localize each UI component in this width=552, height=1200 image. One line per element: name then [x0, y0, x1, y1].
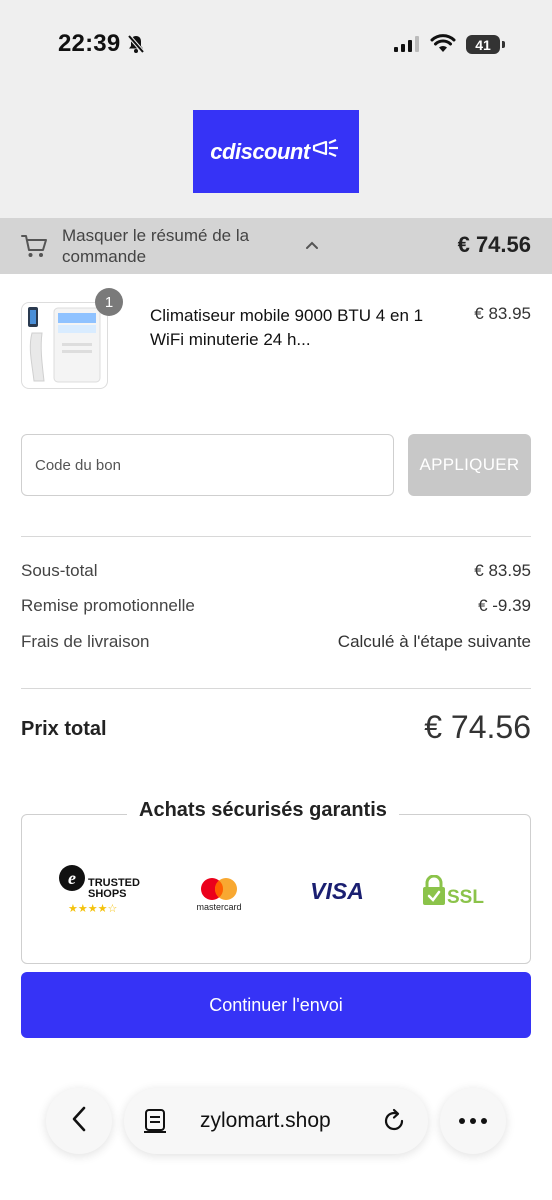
summary-total: € 74.56 [457, 232, 531, 257]
ssl-text: SSL [447, 887, 484, 908]
chevron-left-icon [70, 1105, 88, 1138]
shipping-label: Frais de livraison [21, 632, 150, 651]
chevron-up-icon [304, 238, 320, 256]
rating-stars-icon: ★★★★☆ [68, 902, 117, 915]
svg-text:e: e [68, 868, 76, 888]
logo-text: cdiscount [210, 138, 310, 164]
secure-payments-box: e TRUSTED SHOPS ★★★★☆ mastercard VISA SS… [21, 814, 531, 964]
visa-text: VISA [310, 878, 364, 904]
total-value: € 74.56 [424, 709, 531, 745]
discount-label: Remise promotionnelle [21, 596, 195, 615]
svg-text:★★★★☆: ★★★★☆ [68, 902, 117, 915]
trusted-shops-badge: e TRUSTED SHOPS ★★★★☆ [58, 863, 148, 920]
reload-icon[interactable] [382, 1108, 408, 1139]
trusted-line2: SHOPS [88, 888, 127, 900]
back-button[interactable] [46, 1088, 112, 1154]
url-text: zylomart.shop [200, 1109, 331, 1132]
battery-level: 41 [475, 36, 491, 53]
shipping-value: Calculé à l'étape suivante [337, 632, 531, 651]
address-bar[interactable]: zylomart.shop [124, 1088, 428, 1154]
order-summary-toggle[interactable]: Masquer le résumé de la commande € 74.56 [0, 218, 552, 274]
secure-payments-title: Achats sécurisés garantis [127, 799, 399, 822]
visa-badge: VISA [307, 877, 367, 912]
bell-muted-icon [126, 34, 146, 59]
status-bar: 22:39 41 [0, 0, 552, 90]
cellular-signal-icon [394, 36, 420, 57]
battery-cap [502, 41, 505, 48]
checkout-header: cdiscount [0, 90, 552, 218]
product-price: € 83.95 [474, 304, 531, 323]
quantity-badge: 1 [95, 288, 123, 316]
cdiscount-logo[interactable]: cdiscount [193, 110, 359, 193]
cart-icon [20, 232, 48, 265]
voucher-code-input[interactable] [21, 434, 394, 496]
product-name: Climatiseur mobile 9000 BTU 4 en 1 WiFi … [150, 306, 424, 349]
wifi-icon [430, 34, 456, 59]
mastercard-badge: mastercard [192, 875, 248, 920]
total-label: Prix total [21, 718, 107, 740]
status-time: 22:39 [58, 30, 121, 57]
discount-value: € -9.39 [478, 596, 531, 615]
product-thumbnail [21, 302, 108, 389]
continue-shipping-button[interactable]: Continuer l'envoi [21, 972, 531, 1038]
divider [21, 536, 531, 537]
ssl-badge: SSL [422, 874, 484, 914]
subtotal-label: Sous-total [21, 561, 98, 580]
page-menu-icon[interactable] [144, 1108, 168, 1139]
megaphone-icon [312, 138, 342, 165]
mastercard-text: mastercard [196, 902, 241, 912]
more-options-button[interactable] [440, 1088, 506, 1154]
divider [21, 688, 531, 689]
browser-toolbar: zylomart.shop [0, 1058, 552, 1200]
summary-toggle-label: Masquer le résumé de la commande [62, 226, 250, 266]
battery-icon: 41 [466, 35, 500, 54]
ellipsis-icon [458, 1112, 488, 1130]
apply-voucher-button[interactable]: APPLIQUER [408, 434, 531, 496]
subtotal-value: € 83.95 [474, 561, 531, 580]
